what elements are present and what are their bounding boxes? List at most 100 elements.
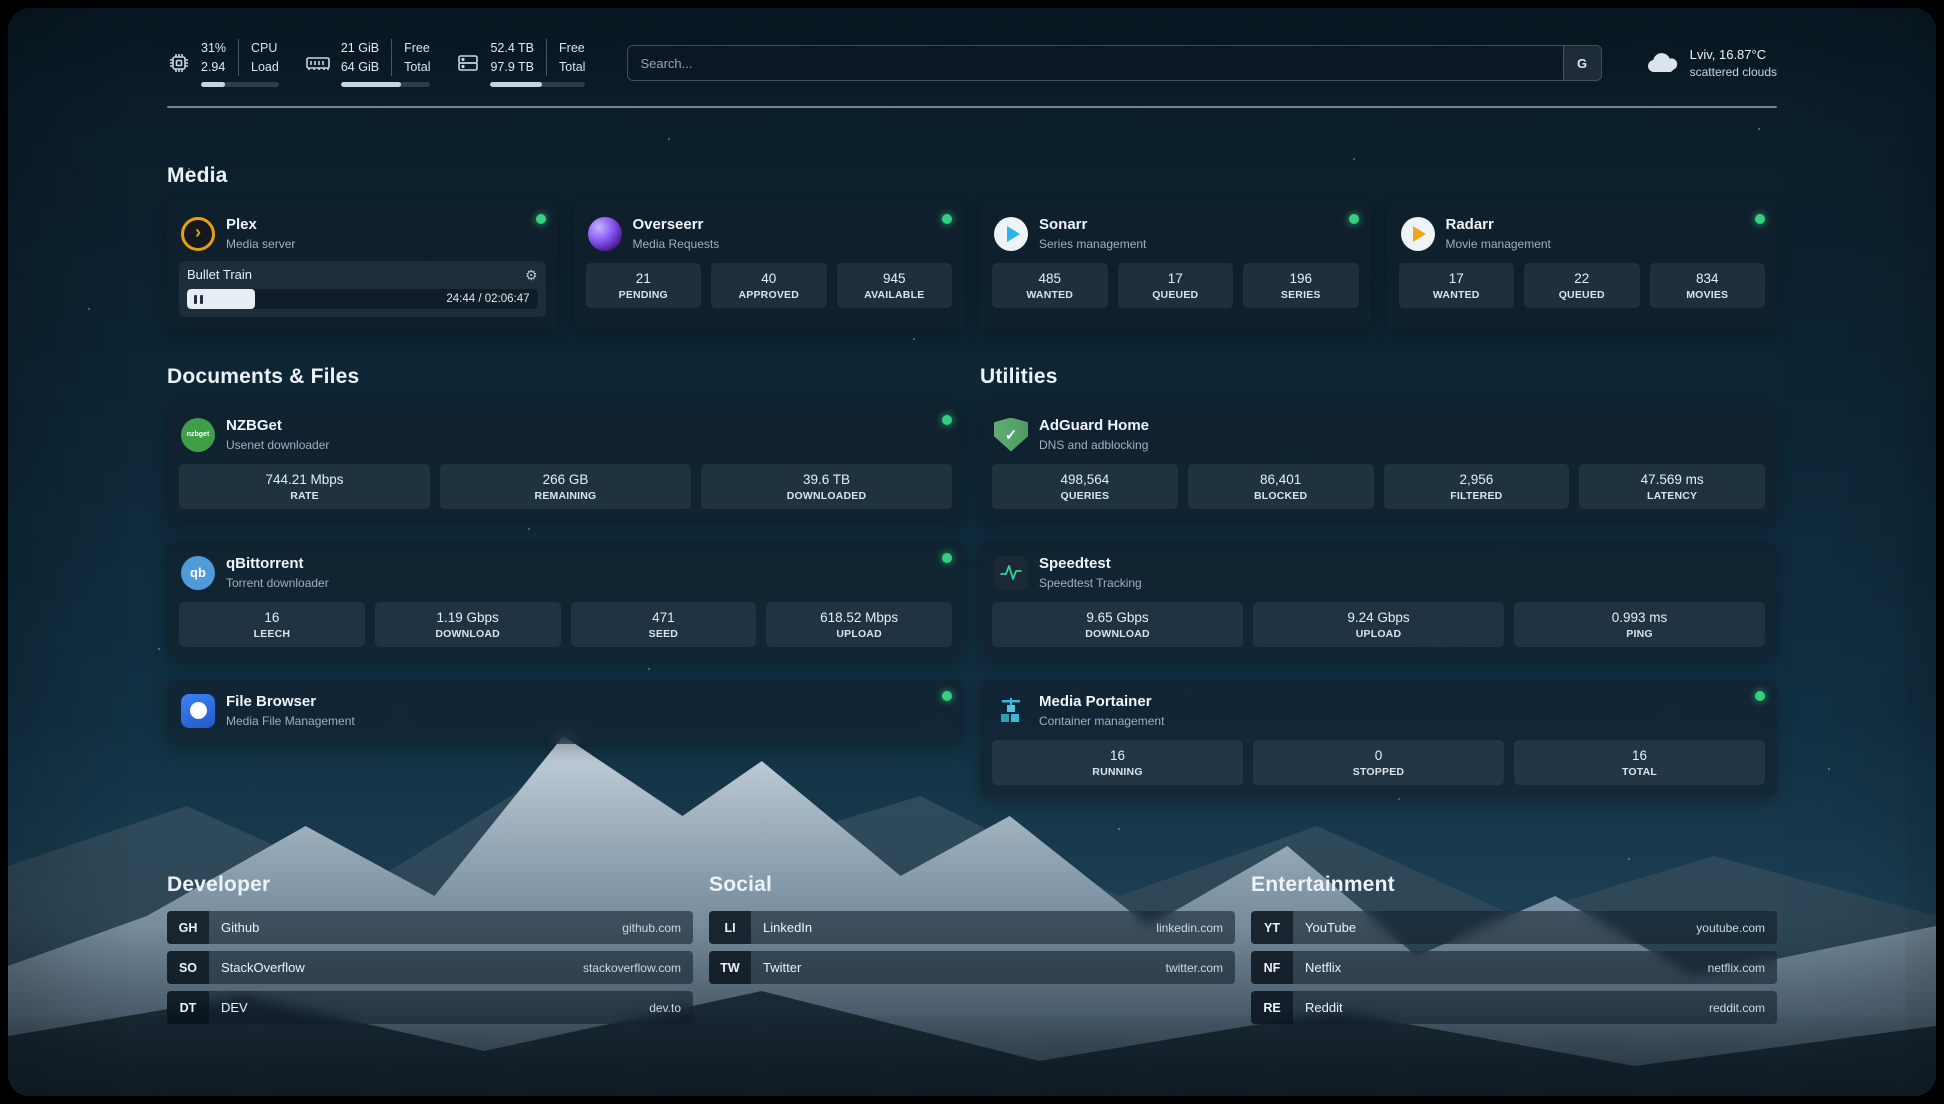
- search-bar: G: [627, 45, 1601, 81]
- stat-tile: 266 GB REMAINING: [440, 464, 691, 509]
- bookmark-dev[interactable]: DT DEV dev.to: [167, 991, 693, 1024]
- stat-value: 9.65 Gbps: [996, 610, 1239, 625]
- stat-label: AVAILABLE: [841, 289, 949, 301]
- gear-icon[interactable]: ⚙: [525, 268, 538, 282]
- stat-tile: 86,401 BLOCKED: [1188, 464, 1374, 509]
- app-desc: DNS and adblocking: [1039, 438, 1149, 452]
- app-name: qBittorrent: [226, 555, 329, 573]
- app-name: Overseerr: [633, 216, 720, 234]
- cpu-percent: 31%: [201, 39, 226, 57]
- stat-label: RATE: [183, 490, 426, 502]
- radarr-icon: [1401, 217, 1435, 251]
- stat-tile: 945 AVAILABLE: [837, 263, 953, 308]
- stat-label: WANTED: [996, 289, 1104, 301]
- disk-free: 52.4 TB: [490, 39, 534, 57]
- pause-icon: [194, 295, 203, 304]
- twitter-icon: TW: [709, 951, 751, 984]
- overseerr-card[interactable]: Overseerr Media Requests 21 PENDING 40 A…: [574, 202, 965, 329]
- bookmark-youtube[interactable]: YT YouTube youtube.com: [1251, 911, 1777, 944]
- bookmark-github[interactable]: GH Github github.com: [167, 911, 693, 944]
- stat-label: UPLOAD: [1257, 628, 1500, 640]
- search-engine-button[interactable]: G: [1563, 46, 1601, 80]
- stat-value: 40: [715, 271, 823, 286]
- stat-label: QUEUED: [1122, 289, 1230, 301]
- sonarr-icon: [994, 217, 1028, 251]
- utilities-section-title: Utilities: [980, 365, 1777, 389]
- stat-value: 16: [1518, 748, 1761, 763]
- app-desc: Torrent downloader: [226, 576, 329, 590]
- bookmark-twitter[interactable]: TW Twitter twitter.com: [709, 951, 1235, 984]
- ram-free: 21 GiB: [341, 39, 379, 57]
- plex-card[interactable]: › Plex Media server Bullet Train ⚙: [167, 202, 558, 329]
- stat-label: TOTAL: [1518, 766, 1761, 778]
- stat-label: SERIES: [1247, 289, 1355, 301]
- status-dot: [942, 553, 952, 563]
- developer-section: Developer GH Github github.com SO StackO…: [167, 873, 693, 1024]
- youtube-icon: YT: [1251, 911, 1293, 944]
- qbittorrent-card[interactable]: qb qBittorrent Torrent downloader 16 LEE…: [167, 541, 964, 659]
- stat-label: LEECH: [183, 628, 361, 640]
- bookmark-name: Github: [221, 920, 259, 935]
- stat-label: FILTERED: [1388, 490, 1566, 502]
- stat-value: 22: [1528, 271, 1636, 286]
- github-icon: GH: [167, 911, 209, 944]
- bookmark-name: LinkedIn: [763, 920, 812, 935]
- stat-tile: 40 APPROVED: [711, 263, 827, 308]
- filebrowser-card[interactable]: File Browser Media File Management: [167, 679, 964, 744]
- linkedin-icon: LI: [709, 911, 751, 944]
- app-name: Sonarr: [1039, 216, 1146, 234]
- status-dot: [942, 415, 952, 425]
- stat-value: 1.19 Gbps: [379, 610, 557, 625]
- qbittorrent-icon: qb: [181, 556, 215, 590]
- stat-value: 744.21 Mbps: [183, 472, 426, 487]
- nzbget-card[interactable]: nzbget NZBGet Usenet downloader 744.21 M…: [167, 403, 964, 521]
- stat-tile: 1.19 Gbps DOWNLOAD: [375, 602, 561, 647]
- stat-value: 86,401: [1192, 472, 1370, 487]
- documents-section: Documents & Files nzbget NZBGet Usenet d…: [167, 365, 964, 797]
- entertainment-section: Entertainment YT YouTube youtube.com NF …: [1251, 873, 1777, 1024]
- bookmark-name: Netflix: [1305, 960, 1341, 975]
- speedtest-card[interactable]: Speedtest Speedtest Tracking 9.65 Gbps D…: [980, 541, 1777, 659]
- bookmark-url: linkedin.com: [1156, 921, 1223, 935]
- disk-progress-bar: [490, 82, 585, 87]
- bookmark-url: github.com: [622, 921, 681, 935]
- status-dot: [942, 214, 952, 224]
- portainer-icon: [994, 694, 1028, 728]
- search-input[interactable]: [628, 46, 1562, 80]
- status-dot: [1755, 214, 1765, 224]
- bookmark-netflix[interactable]: NF Netflix netflix.com: [1251, 951, 1777, 984]
- bookmark-name: YouTube: [1305, 920, 1356, 935]
- stat-value: 9.24 Gbps: [1257, 610, 1500, 625]
- bookmark-stackoverflow[interactable]: SO StackOverflow stackoverflow.com: [167, 951, 693, 984]
- stat-tile: 0.993 ms PING: [1514, 602, 1765, 647]
- adguard-card[interactable]: ✓ AdGuard Home DNS and adblocking 498,56…: [980, 403, 1777, 521]
- cloud-icon: [1644, 49, 1680, 77]
- utilities-section: Utilities ✓ AdGuard Home DNS and adblock…: [980, 365, 1777, 797]
- app-desc: Container management: [1039, 714, 1164, 728]
- weather-location: Lviv, 16.87°C: [1690, 46, 1777, 64]
- stat-tile: 16 TOTAL: [1514, 740, 1765, 785]
- media-section-title: Media: [167, 164, 1777, 188]
- stat-value: 0: [1257, 748, 1500, 763]
- stat-tile: 618.52 Mbps UPLOAD: [766, 602, 952, 647]
- disk-icon: [456, 51, 480, 75]
- stat-value: 16: [996, 748, 1239, 763]
- app-desc: Media server: [226, 237, 295, 251]
- bookmark-name: Reddit: [1305, 1000, 1343, 1015]
- stat-value: 47.569 ms: [1583, 472, 1761, 487]
- sonarr-card[interactable]: Sonarr Series management 485 WANTED 17 Q…: [980, 202, 1371, 329]
- app-desc: Series management: [1039, 237, 1146, 251]
- stat-tile: 47.569 ms LATENCY: [1579, 464, 1765, 509]
- stat-value: 471: [575, 610, 753, 625]
- disk-total: 97.9 TB: [490, 58, 534, 76]
- stat-label: DOWNLOAD: [996, 628, 1239, 640]
- stat-value: 485: [996, 271, 1104, 286]
- portainer-card[interactable]: Media Portainer Container management 16 …: [980, 679, 1777, 797]
- ram-icon: [305, 51, 331, 75]
- nzbget-icon: nzbget: [181, 418, 215, 452]
- bookmark-linkedin[interactable]: LI LinkedIn linkedin.com: [709, 911, 1235, 944]
- stat-value: 196: [1247, 271, 1355, 286]
- bookmark-reddit[interactable]: RE Reddit reddit.com: [1251, 991, 1777, 1024]
- radarr-card[interactable]: Radarr Movie management 17 WANTED 22 QUE…: [1387, 202, 1778, 329]
- app-name: Radarr: [1446, 216, 1551, 234]
